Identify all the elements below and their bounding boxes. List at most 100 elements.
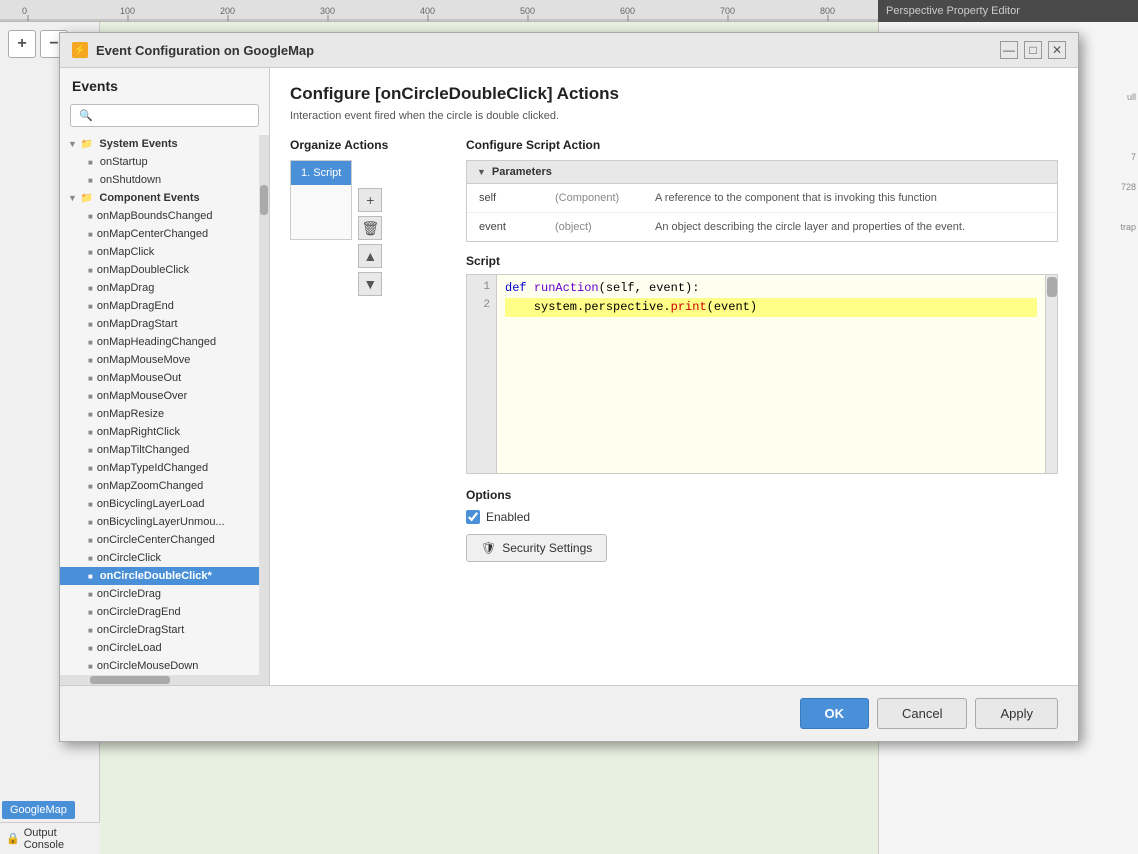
modal-close-button[interactable]: ✕	[1048, 41, 1066, 59]
tree-item-onMapCenterChanged[interactable]: ■onMapCenterChanged	[60, 225, 269, 243]
modal-controls: — □ ✕	[1000, 41, 1066, 59]
tree-h-scrollbar[interactable]	[60, 675, 269, 685]
param-row-event: event (object) An object describing the …	[467, 213, 1057, 242]
search-box[interactable]: 🔍	[70, 104, 259, 127]
param-name-self: self	[467, 184, 547, 213]
bullet-22: ■	[88, 590, 93, 599]
modal-title: Event Configuration on GoogleMap	[96, 43, 314, 58]
svg-text:0: 0	[22, 6, 27, 16]
tree-item-onMapRightClick[interactable]: ■onMapRightClick	[60, 423, 269, 441]
folder-icon-component: ▼	[68, 193, 77, 203]
bullet-4: ■	[88, 266, 93, 275]
tree-item-onMapZoomChanged[interactable]: ■onMapZoomChanged	[60, 477, 269, 495]
bullet-17: ■	[88, 500, 93, 509]
move-up-button[interactable]: ▲	[358, 244, 382, 268]
bullet-6: ■	[88, 302, 93, 311]
action-item-script[interactable]: 1. Script	[291, 161, 351, 185]
tree-item-onMapMouseMove[interactable]: ■onMapMouseMove	[60, 351, 269, 369]
bullet-5: ■	[88, 284, 93, 293]
tree-item-onshutdown[interactable]: ■ onShutdown	[60, 171, 269, 189]
tree-item-onMapMouseOut[interactable]: ■onMapMouseOut	[60, 369, 269, 387]
tree-item-onMapBoundsChanged[interactable]: ■onMapBoundsChanged	[60, 207, 269, 225]
svg-text:700: 700	[720, 6, 735, 16]
tree-item-onMapDoubleClick[interactable]: ■onMapDoubleClick	[60, 261, 269, 279]
svg-text:300: 300	[320, 6, 335, 16]
script-scrollbar[interactable]	[1045, 275, 1057, 473]
bullet-10: ■	[88, 374, 93, 383]
svg-text:600: 600	[620, 6, 635, 16]
action-vert-btns: + 🗑 ▲ ▼	[358, 160, 382, 296]
param-row-self: self (Component) A reference to the comp…	[467, 184, 1057, 213]
perspective-header: Perspective Property Editor	[878, 0, 1138, 22]
bullet-13: ■	[88, 428, 93, 437]
modal-maximize-button[interactable]: □	[1024, 41, 1042, 59]
tree-item-onCircleMouseDown[interactable]: ■onCircleMouseDown	[60, 657, 269, 675]
svg-text:800: 800	[820, 6, 835, 16]
configure-script-panel: Configure Script Action ▼ Parameters sel…	[466, 138, 1058, 669]
bullet-16: ■	[88, 482, 93, 491]
apply-button[interactable]: Apply	[975, 698, 1058, 729]
enabled-checkbox[interactable]	[466, 510, 480, 524]
param-table: self (Component) A reference to the comp…	[467, 184, 1057, 241]
svg-text:500: 500	[520, 6, 535, 16]
param-desc-self: A reference to the component that is inv…	[647, 184, 1057, 213]
configure-area: Configure [onCircleDoubleClick] Actions …	[270, 68, 1078, 685]
security-settings-button[interactable]: 🛡 Security Settings	[466, 534, 607, 562]
tree-item-onMapResize[interactable]: ■onMapResize	[60, 405, 269, 423]
enabled-row: Enabled	[466, 510, 1058, 524]
param-type-event: (object)	[547, 213, 647, 242]
component-events-group[interactable]: ▼ 📁 Component Events	[60, 189, 269, 207]
tree-item-onMapMouseOver[interactable]: ■onMapMouseOver	[60, 387, 269, 405]
tree-item-onMapHeadingChanged[interactable]: ■onMapHeadingChanged	[60, 333, 269, 351]
modal-title-bar: ⚡ Event Configuration on GoogleMap — □ ✕	[60, 33, 1078, 68]
modal-icon: ⚡	[72, 42, 88, 58]
bullet-18: ■	[88, 518, 93, 527]
svg-text:400: 400	[420, 6, 435, 16]
tree-item-onMapTiltChanged[interactable]: ■onMapTiltChanged	[60, 441, 269, 459]
tree-item-onBicyclingLayerUnmou[interactable]: ■onBicyclingLayerUnmou...	[60, 513, 269, 531]
bullet-19: ■	[88, 536, 93, 545]
tree-scrollbar[interactable]	[259, 135, 269, 685]
folder-icon-system: ▼	[68, 139, 77, 149]
two-col-layout: Organize Actions 1. Script + 🗑 ▲	[290, 138, 1058, 669]
add-action-button[interactable]: +	[358, 188, 382, 212]
script-editor[interactable]: 1 2 def runAction(self, event): system.p…	[466, 274, 1058, 474]
tree-item-onCircleDoubleClick[interactable]: ■ onCircleDoubleClick*	[60, 567, 269, 585]
tree-item-onMapDragEnd[interactable]: ■onMapDragEnd	[60, 297, 269, 315]
bullet-11: ■	[88, 392, 93, 401]
ok-button[interactable]: OK	[800, 698, 870, 729]
tree-item-onCircleLoad[interactable]: ■onCircleLoad	[60, 639, 269, 657]
events-panel-header: Events	[60, 68, 269, 100]
modal-body: Events 🔍 ▼ 📁 System Events ■ onStartup	[60, 68, 1078, 685]
bullet-3: ■	[88, 248, 93, 257]
configure-title: Configure [onCircleDoubleClick] Actions	[290, 84, 1058, 104]
tree-item-onCircleClick[interactable]: ■onCircleClick	[60, 549, 269, 567]
bullet-7: ■	[88, 320, 93, 329]
tree-item-onCircleCenterChanged[interactable]: ■onCircleCenterChanged	[60, 531, 269, 549]
tree-item-onMapDragStart[interactable]: ■onMapDragStart	[60, 315, 269, 333]
component-events-label: Component Events	[99, 192, 199, 204]
tree-item-onBicyclingLayerLoad[interactable]: ■onBicyclingLayerLoad	[60, 495, 269, 513]
tree-item-onMapClick[interactable]: ■onMapClick	[60, 243, 269, 261]
tree-item-onCircleDragEnd[interactable]: ■onCircleDragEnd	[60, 603, 269, 621]
move-down-button[interactable]: ▼	[358, 272, 382, 296]
script-code-area[interactable]: def runAction(self, event): system.persp…	[497, 275, 1045, 473]
tree-item-onMapTypeIdChanged[interactable]: ■onMapTypeIdChanged	[60, 459, 269, 477]
bullet-8: ■	[88, 338, 93, 347]
svg-text:200: 200	[220, 6, 235, 16]
tree-item-onMapDrag[interactable]: ■onMapDrag	[60, 279, 269, 297]
system-events-label: System Events	[99, 138, 177, 150]
modal-minimize-button[interactable]: —	[1000, 41, 1018, 59]
events-panel: Events 🔍 ▼ 📁 System Events ■ onStartup	[60, 68, 270, 685]
system-events-group[interactable]: ▼ 📁 System Events	[60, 135, 269, 153]
bullet-onshutdown: ■	[88, 176, 93, 185]
cancel-button[interactable]: Cancel	[877, 698, 967, 729]
action-list: 1. Script	[290, 160, 352, 240]
tree-item-onstartup[interactable]: ■ onStartup	[60, 153, 269, 171]
tree-item-onCircleDragStart[interactable]: ■onCircleDragStart	[60, 621, 269, 639]
svg-text:100: 100	[120, 6, 135, 16]
tree-item-onCircleDrag[interactable]: ■onCircleDrag	[60, 585, 269, 603]
events-tree: ▼ 📁 System Events ■ onStartup ■ onShutdo…	[60, 135, 269, 685]
delete-action-button[interactable]: 🗑	[358, 216, 382, 240]
configure-subtitle: Interaction event fired when the circle …	[290, 110, 1058, 122]
